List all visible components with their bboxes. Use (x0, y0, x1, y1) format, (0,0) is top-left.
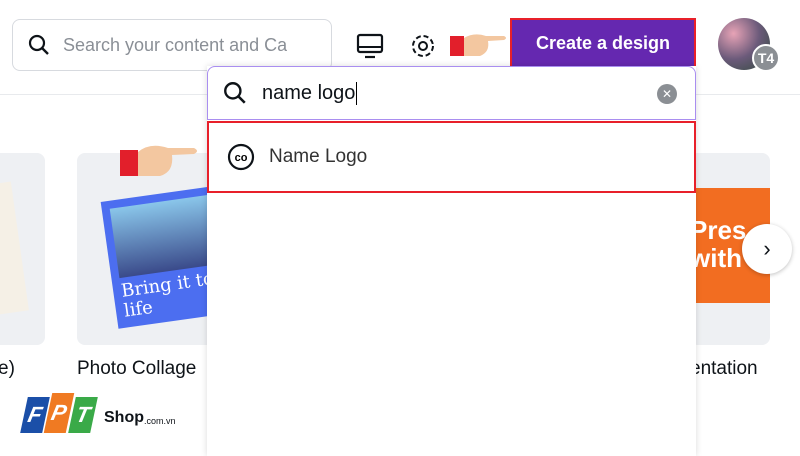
create-design-button[interactable]: Create a design (510, 18, 696, 69)
fpt-shop-watermark: F P T Shop .com.vn (20, 393, 176, 433)
result-item-name-logo[interactable]: co Name Logo (207, 121, 696, 193)
team-badge: T4 (752, 44, 780, 72)
chevron-right-icon: › (763, 236, 771, 261)
logo-text: Shop (104, 409, 144, 426)
search-box[interactable]: Search your content and Ca (12, 19, 332, 71)
search-icon (224, 82, 246, 104)
logo-letter: T (68, 397, 98, 433)
card-caption: Photo Collage (77, 358, 197, 379)
gear-icon[interactable] (409, 32, 437, 60)
result-label: Name Logo (269, 146, 368, 167)
search-dropdown: name logo ✕ co Name Logo (207, 66, 696, 456)
design-search-input[interactable]: name logo ✕ (207, 66, 696, 120)
design-card[interactable] (0, 153, 45, 345)
desktop-icon[interactable] (356, 33, 384, 59)
card-caption: entation (690, 358, 758, 379)
logo-icon: co (227, 143, 255, 171)
design-card-photo-collage[interactable]: Bring it to life (77, 153, 217, 345)
search-icon (28, 34, 49, 55)
pointing-hand-icon (450, 34, 506, 56)
svg-text:co: co (235, 152, 248, 164)
logo-suffix: .com.vn (144, 416, 176, 426)
clear-icon[interactable]: ✕ (657, 84, 677, 104)
search-query: name logo (262, 81, 358, 105)
search-placeholder: Search your content and Ca (63, 34, 288, 55)
pointing-hand-icon (120, 145, 197, 176)
next-arrow-button[interactable]: › (742, 224, 792, 274)
card-caption: e) (0, 358, 15, 379)
